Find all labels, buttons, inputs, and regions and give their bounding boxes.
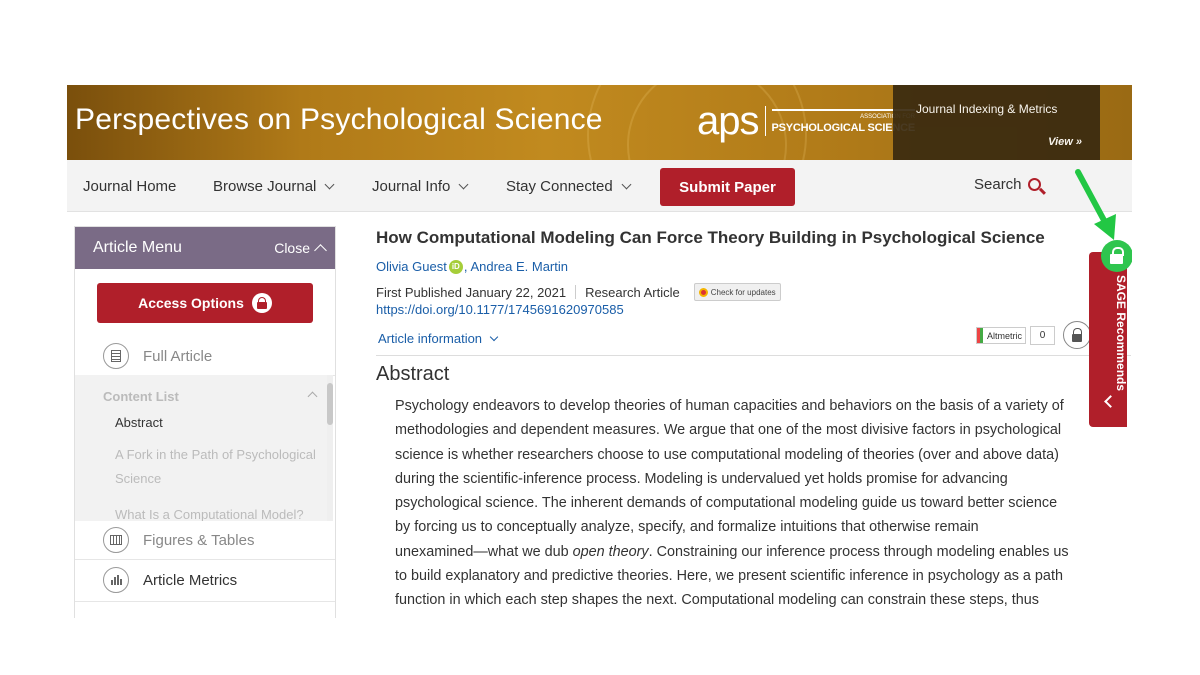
content-list-item-fork[interactable]: A Fork in the Path of Psychological (115, 443, 320, 467)
abstract-text: Psychology endeavors to develop theories… (395, 394, 1095, 613)
article-type: Research Article (585, 284, 680, 300)
author-link[interactable]: Olivia Guest (376, 259, 447, 274)
divider (75, 559, 335, 560)
article-information-label: Article information (378, 331, 483, 346)
abstract-line: function in which each step shapes the n… (395, 592, 1039, 609)
abstract-line: unexamined—what we dub open theory. Cons… (395, 540, 1095, 564)
crossmark-icon (698, 287, 708, 297)
sidebar-item-full-article[interactable]: Full Article (75, 337, 335, 375)
abstract-line: during the scientific-inference process.… (395, 470, 1008, 487)
article-menu-sidebar: Article Menu Close Access Options Full A… (74, 226, 336, 618)
sidebar-item-figures-tables[interactable]: Figures & Tables (75, 521, 335, 559)
content-list-heading: Content List (103, 389, 179, 404)
search-icon (1027, 178, 1041, 191)
browser-page: Perspectives on Psychological Science ap… (67, 85, 1132, 618)
check-for-updates-button[interactable]: Check for updates (693, 283, 781, 301)
scrollbar-thumb[interactable] (327, 383, 333, 425)
altmetric-badge[interactable]: Altmetric (976, 327, 1027, 344)
journal-banner: Perspectives on Psychological Science ap… (67, 85, 1132, 160)
logo-divider (764, 106, 766, 136)
publication-info: First Published January 22, 2021 Researc… (376, 283, 781, 301)
chevron-down-icon (324, 179, 335, 190)
abstract-line: Psychology endeavors to develop theories… (395, 398, 1064, 414)
table-icon (103, 527, 129, 553)
document-icon (103, 343, 129, 369)
doi-link[interactable]: https://doi.org/10.1177/1745691620970585 (376, 302, 624, 317)
nav-browse-journal-label: Browse Journal (213, 178, 317, 195)
sidebar-item-label: Figures & Tables (143, 531, 255, 549)
close-label: Close (274, 240, 310, 256)
orcid-icon[interactable]: iD (448, 259, 463, 274)
sidebar-item-label: Article Metrics (143, 571, 238, 589)
nav-stay-connected[interactable]: Stay Connected (506, 178, 632, 195)
article-title: How Computational Modeling Can Force The… (376, 228, 1045, 247)
bar-chart-icon (103, 567, 129, 593)
divider (376, 355, 1131, 356)
nav-stay-connected-label: Stay Connected (506, 178, 613, 195)
article-menu-title: Article Menu (93, 239, 182, 256)
abstract-text-run: unexamined—what we dub (395, 543, 573, 560)
chevron-down-icon (458, 179, 469, 190)
metrics-view-link[interactable]: View » (1048, 136, 1082, 148)
abstract-line: by forcing us to conceptually analyze, s… (395, 519, 979, 536)
green-arrow-icon (1075, 169, 1116, 240)
search-label: Search (974, 176, 1022, 193)
submit-paper-button[interactable]: Submit Paper (660, 168, 795, 206)
author-separator: , (463, 259, 468, 274)
sidebar-item-article-metrics[interactable]: Article Metrics (75, 561, 335, 599)
content-list: Content List Abstract A Fork in the Path… (75, 375, 327, 525)
journal-title[interactable]: Perspectives on Psychological Science (75, 103, 603, 137)
abstract-line: methodologies and dependent measures. We… (395, 422, 1062, 439)
chevron-up-icon (314, 243, 327, 257)
article-menu-close-button[interactable]: Close (274, 240, 327, 257)
nav-journal-home[interactable]: Journal Home (83, 178, 176, 195)
access-options-button[interactable]: Access Options (97, 283, 313, 323)
search-button[interactable]: Search (974, 176, 1041, 193)
aps-logo-text: aps (697, 99, 759, 143)
abstract-text-run: . Constraining our inference process thr… (648, 543, 1069, 560)
article-information-toggle[interactable]: Article information (378, 331, 499, 346)
main-nav: Journal Home Browse Journal Journal Info… (67, 160, 1132, 212)
journal-metrics-panel[interactable]: Journal Indexing & Metrics View » (893, 85, 1100, 160)
sage-recommends-label: SAGE Recommends (1114, 275, 1128, 392)
abstract-line: psychological science. The inherent dema… (395, 495, 1058, 512)
author-link[interactable]: Andrea E. Martin (470, 259, 568, 274)
nav-browse-journal[interactable]: Browse Journal (213, 178, 335, 195)
sidebar-item-label: Full Article (143, 347, 213, 365)
content-list-item-fork-cont[interactable]: Science (115, 467, 320, 491)
access-options-label: Access Options (138, 295, 244, 311)
check-updates-label: Check for updates (710, 287, 776, 297)
abstract-emphasis: open theory (572, 543, 649, 560)
published-date: First Published January 22, 2021 (376, 284, 567, 300)
abstract-heading: Abstract (376, 363, 450, 385)
abstract-line: to build explanatory and predictive theo… (395, 568, 1063, 585)
abstract-line: science is whether researchers choose to… (395, 446, 1059, 463)
divider (75, 601, 335, 602)
chevron-down-icon (489, 332, 499, 342)
divider (575, 285, 577, 299)
article-menu-header: Article Menu Close (75, 227, 335, 269)
author-list: Olivia Guest iD , Andrea E. Martin (376, 259, 568, 274)
chevron-down-icon (621, 179, 632, 190)
aps-logo[interactable]: aps ASSOCIATION FOR PSYCHOLOGICAL SCIENC… (697, 101, 915, 141)
lock-icon (251, 293, 272, 313)
lock-icon[interactable] (1063, 321, 1091, 349)
content-list-scrollbar[interactable] (327, 375, 333, 525)
nav-journal-info-label: Journal Info (372, 178, 451, 195)
content-list-item-abstract[interactable]: Abstract (115, 411, 320, 435)
nav-journal-info[interactable]: Journal Info (372, 178, 469, 195)
nav-journal-home-label: Journal Home (83, 178, 177, 195)
altmetric-count: 0 (1030, 326, 1055, 345)
metrics-title: Journal Indexing & Metrics (916, 102, 1058, 116)
